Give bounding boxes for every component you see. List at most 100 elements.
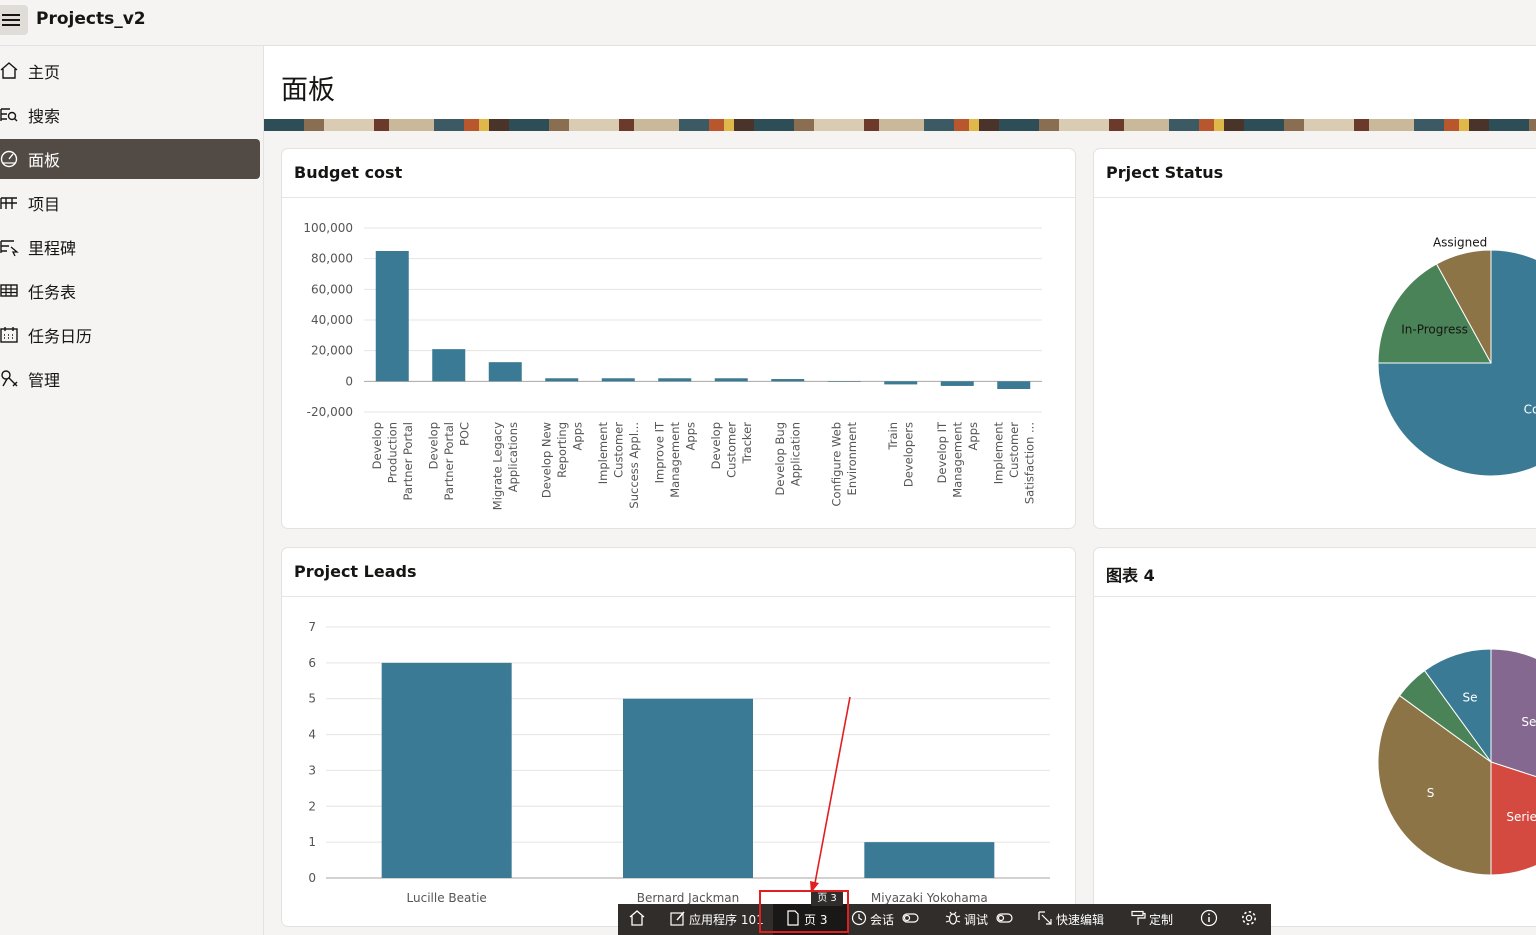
sidebar-item-dashboard[interactable]: 面板 xyxy=(0,139,260,179)
table-icon xyxy=(0,183,28,223)
x-tick-label-line: Application xyxy=(789,422,803,486)
x-tick-label-line: Satisfaction ... xyxy=(1022,422,1036,504)
card-title: Project Leads xyxy=(294,562,417,581)
dev-session-button[interactable]: 会话 xyxy=(851,904,923,935)
developer-toolbar: 应用程序 101 页 3 会话 调试 快速编辑 定制 xyxy=(618,904,1271,935)
home-icon xyxy=(628,909,649,930)
sidebar-item-search[interactable]: 搜索 xyxy=(0,95,260,135)
dev-session-label: 会话 xyxy=(870,913,895,927)
dev-quick-edit-button[interactable]: 快速编辑 xyxy=(1037,904,1104,935)
calendar-icon xyxy=(0,315,28,355)
dev-page-label: 页 3 xyxy=(804,913,828,927)
dev-debug-button[interactable]: 调试 xyxy=(945,904,1017,935)
x-tick-label-line: Configure Web xyxy=(830,422,844,506)
x-tick-label-line: Applications xyxy=(506,422,520,492)
toggle-icon[interactable] xyxy=(996,912,1017,927)
bar xyxy=(375,251,409,382)
dev-application-button[interactable]: 应用程序 101 xyxy=(670,904,764,935)
x-tick-label-line: Success Appl... xyxy=(627,422,641,509)
dev-debug-label: 调试 xyxy=(964,913,989,927)
pie-slice-label: Series A xyxy=(1521,715,1536,729)
x-tick-label: Bernard Jackman xyxy=(637,891,740,905)
bar xyxy=(381,662,512,878)
y-tick-label: 60,000 xyxy=(311,282,353,296)
sidebar-item-task-calendar[interactable]: 任务日历 xyxy=(0,315,260,355)
x-tick-label-line: Train xyxy=(886,422,900,451)
y-tick-label: 2 xyxy=(308,799,316,813)
bar xyxy=(545,378,579,382)
y-tick-label: 20,000 xyxy=(311,344,353,358)
sidebar-item-label: 管理 xyxy=(28,371,61,390)
dashboard-icon xyxy=(0,139,28,179)
budget-cost-chart: 100,000 80,000 60,000 40,000 20,000 0 -20,000 D… xyxy=(303,221,1042,510)
sidebar-item-label: 项目 xyxy=(28,195,61,214)
sidebar-item-label: 主页 xyxy=(28,63,61,82)
bar xyxy=(884,381,918,385)
quick-edit-icon xyxy=(1037,910,1056,929)
main-content: 面板 Budget cost 100,000 80,000 60,000 40,000… xyxy=(264,46,1536,935)
bar xyxy=(658,378,692,382)
dev-home-button[interactable] xyxy=(628,904,649,935)
y-tick-label: 100,000 xyxy=(303,221,353,235)
dev-info-button[interactable] xyxy=(1200,904,1221,935)
sidebar-item-label: 搜索 xyxy=(28,107,61,126)
page-icon xyxy=(785,910,804,929)
dev-page-button[interactable]: 页 3 xyxy=(773,904,848,935)
gear-icon xyxy=(1240,909,1261,930)
pie-slice-label: In-Progress xyxy=(1401,323,1468,337)
x-tick-label-line: Apps xyxy=(966,422,980,450)
info-icon xyxy=(1200,909,1221,930)
chart-4-chart: Series A Series B S Se xyxy=(1377,648,1536,876)
dev-customize-label: 定制 xyxy=(1149,913,1174,927)
x-tick-label: Implement Customer Success Appl... xyxy=(596,422,641,509)
bar xyxy=(601,378,635,382)
x-tick-label-line: Develop New xyxy=(539,422,553,498)
card-title: Prject Status xyxy=(1106,163,1224,182)
app-title[interactable]: Projects_v2 xyxy=(36,9,146,29)
sidebar: 主页 搜索 面板 项目 里程碑 任务表 任务日历 管理 xyxy=(0,46,264,935)
x-tick-label-line: Customer xyxy=(724,422,738,478)
bar xyxy=(488,362,522,382)
grid-icon xyxy=(0,271,28,311)
pie-slice-label: Se xyxy=(1463,691,1478,705)
y-tick-label: 4 xyxy=(308,728,316,742)
bar xyxy=(940,381,974,386)
y-tick-label: 40,000 xyxy=(311,313,353,327)
x-tick-label: Develop Production Partner Portal xyxy=(370,422,415,501)
pie-slice-label: S xyxy=(1427,786,1435,800)
sidebar-item-label: 里程碑 xyxy=(28,239,77,258)
chart-4-card: 图表 4 Series A Series B S Se xyxy=(1093,547,1536,927)
x-tick-label: Develop IT Management Apps xyxy=(935,421,980,498)
x-tick-label-line: Customer xyxy=(611,422,625,478)
x-tick-label-line: Develop Bug xyxy=(773,422,787,495)
x-tick-label-line: Develop xyxy=(426,422,440,469)
sidebar-item-admin[interactable]: 管理 xyxy=(0,359,260,399)
x-tick-label: Develop Bug Application xyxy=(773,422,803,495)
bug-icon xyxy=(945,910,964,929)
dev-settings-button[interactable] xyxy=(1240,904,1261,935)
sidebar-item-task-table[interactable]: 任务表 xyxy=(0,271,260,311)
x-tick-label-line: Develop xyxy=(370,422,384,469)
card-title: Budget cost xyxy=(294,163,403,182)
sidebar-item-home[interactable]: 主页 xyxy=(0,51,260,91)
x-tick-label-line: Reporting xyxy=(555,422,569,478)
app-header: Projects_v2 xyxy=(0,0,1536,46)
toggle-icon[interactable] xyxy=(902,912,923,927)
x-tick-label: Train Developers xyxy=(886,422,916,487)
dev-customize-button[interactable]: 定制 xyxy=(1130,904,1173,935)
sidebar-item-projects[interactable]: 项目 xyxy=(0,183,260,223)
bar xyxy=(432,349,466,382)
x-tick-label-line: Improve IT xyxy=(652,421,666,483)
pie-slice-label: Series B xyxy=(1506,810,1536,824)
project-status-chart: Com In-Progress Assigned xyxy=(1377,236,1536,477)
title-bar: 面板 xyxy=(264,46,1536,119)
x-tick-label-line: Customer xyxy=(1007,422,1021,478)
x-tick-label-line: Migrate Legacy xyxy=(491,422,505,510)
bar xyxy=(997,381,1031,389)
home-icon xyxy=(0,51,28,91)
y-tick-label: 80,000 xyxy=(311,252,353,266)
x-tick-label-line: Apps xyxy=(570,422,584,450)
hamburger-menu-icon[interactable] xyxy=(0,5,28,35)
sidebar-item-milestones[interactable]: 里程碑 xyxy=(0,227,260,267)
y-tick-label: 0 xyxy=(345,374,353,388)
